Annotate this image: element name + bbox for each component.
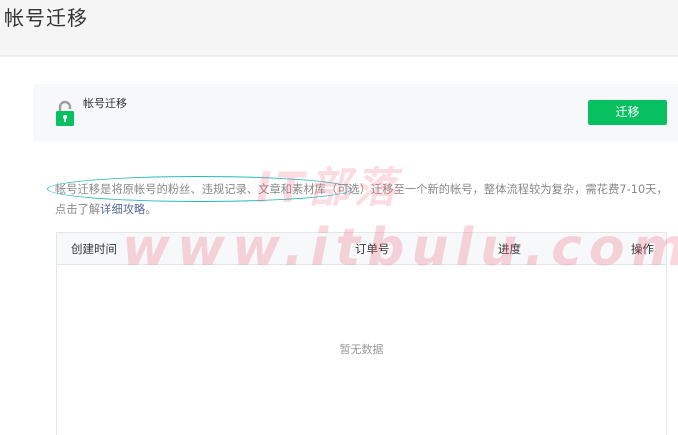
empty-state-text: 暂无数据	[339, 343, 384, 356]
migration-orders-table: 创建时间 订单号 进度 操作 暂无数据	[56, 232, 667, 435]
divider	[0, 55, 678, 57]
column-header-progress: 进度	[498, 242, 521, 256]
column-header-created-time: 创建时间	[71, 242, 117, 256]
column-header-action: 操作	[631, 242, 654, 256]
panel-title: 帐号迁移	[83, 97, 127, 110]
table-header: 创建时间 订单号 进度 操作	[57, 233, 666, 265]
migration-panel: 帐号迁移 迁移	[33, 84, 678, 142]
detailed-guide-link[interactable]: 详细攻略	[100, 203, 145, 216]
migrate-button[interactable]: 迁移	[588, 100, 667, 125]
page-title: 帐号迁移	[4, 6, 88, 30]
column-header-order-number: 订单号	[355, 242, 390, 256]
migration-description: 帐号迁移是将原帐号的粉丝、违规记录、文章和素材库（可选）迁移至一个新的帐号，整体…	[55, 180, 671, 220]
description-suffix: 。	[145, 203, 157, 216]
top-bar: 帐号迁移	[0, 0, 678, 55]
lock-icon	[56, 100, 74, 126]
